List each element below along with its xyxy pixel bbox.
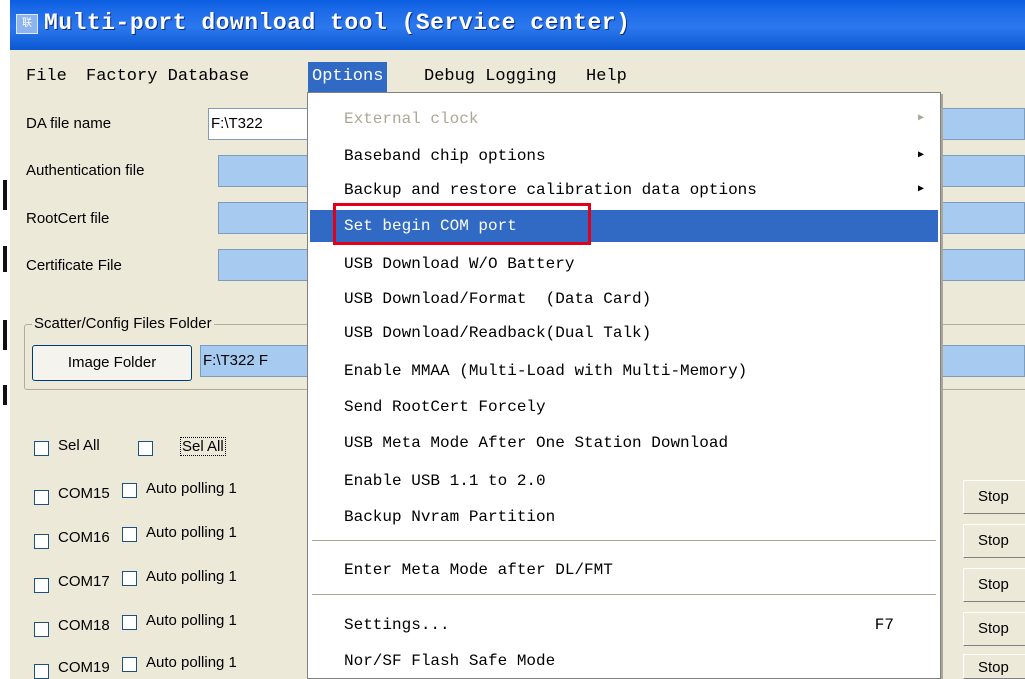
auto-polling-checkbox[interactable]	[122, 527, 137, 542]
port-checkbox[interactable]	[34, 664, 49, 679]
menu-item-settings[interactable]: Settings... F7	[310, 609, 938, 641]
menu-item-usb-meta-mode-label: USB Meta Mode After One Station Download	[344, 434, 729, 452]
scatter-config-group-title: Scatter/Config Files Folder	[32, 315, 214, 332]
da-file-field-right[interactable]	[940, 108, 1025, 140]
port-checkbox[interactable]	[34, 534, 49, 549]
auto-polling-label: Auto polling 1	[146, 654, 237, 671]
auth-file-label: Authentication file	[26, 162, 145, 179]
menu-item-settings-shortcut: F7	[874, 616, 894, 634]
port-checkbox[interactable]	[34, 622, 49, 637]
rootcert-field-right[interactable]	[940, 202, 1025, 234]
menu-help-label: Help	[586, 67, 627, 86]
menu-item-nor-sf-flash-safe-mode[interactable]: Nor/SF Flash Safe Mode	[310, 645, 938, 677]
certificate-field-right[interactable]	[940, 249, 1025, 281]
port-com-label: COM15	[58, 485, 110, 502]
menu-item-enable-usb-1-1-label: Enable USB 1.1 to 2.0	[344, 472, 546, 490]
stop-button[interactable]: Stop	[963, 654, 1025, 679]
menu-debug-logging[interactable]: Debug Logging	[420, 62, 561, 92]
menu-file[interactable]: File	[22, 62, 71, 92]
menu-item-enable-mmaa-label: Enable MMAA (Multi-Load with Multi-Memor…	[344, 362, 748, 380]
da-file-label: DA file name	[26, 115, 112, 132]
menu-help[interactable]: Help	[582, 62, 631, 92]
menu-item-enter-meta-mode-label: Enter Meta Mode after DL/FMT	[344, 561, 613, 579]
auto-polling-checkbox[interactable]	[122, 483, 137, 498]
auto-polling-checkbox[interactable]	[122, 657, 137, 672]
stop-button[interactable]: Stop	[963, 480, 1025, 514]
image-folder-button[interactable]: Image Folder	[32, 345, 192, 381]
sel-all-label-1: Sel All	[58, 437, 100, 454]
menu-file-label: File	[26, 67, 67, 86]
menu-item-usb-download-format-label: USB Download/Format (Data Card)	[344, 290, 652, 308]
port-com-label: COM17	[58, 573, 110, 590]
menu-item-backup-restore-calibration[interactable]: Backup and restore calibration data opti…	[310, 174, 938, 206]
auto-polling-label: Auto polling 1	[146, 612, 237, 629]
menu-item-baseband-chip-options-label: Baseband chip options	[344, 147, 546, 165]
menu-item-usb-download-readback-label: USB Download/Readback(Dual Talk)	[344, 324, 652, 342]
certificate-label: Certificate File	[26, 257, 122, 274]
background-left-strip	[0, 0, 10, 679]
app-icon: 联	[16, 14, 38, 34]
menu-item-enter-meta-mode[interactable]: Enter Meta Mode after DL/FMT	[310, 554, 938, 586]
stop-button[interactable]: Stop	[963, 568, 1025, 602]
menu-item-usb-download-wo-battery-label: USB Download W/O Battery	[344, 255, 575, 273]
menu-separator	[312, 594, 936, 596]
menu-item-usb-download-wo-battery[interactable]: USB Download W/O Battery	[310, 248, 938, 280]
sel-all-checkbox-1[interactable]	[34, 441, 49, 456]
menu-item-enable-mmaa[interactable]: Enable MMAA (Multi-Load with Multi-Memor…	[310, 355, 938, 387]
sel-all-label-2: Sel All	[180, 437, 226, 456]
port-checkbox[interactable]	[34, 490, 49, 505]
window-title: Multi-port download tool (Service center…	[44, 10, 631, 36]
menu-options[interactable]: Options	[308, 62, 388, 92]
annotation-highlight-box	[333, 203, 591, 245]
background-mark	[3, 246, 7, 272]
menu-item-external-clock[interactable]: External clock ▶	[310, 103, 938, 135]
menu-item-backup-restore-calibration-label: Backup and restore calibration data opti…	[344, 181, 757, 199]
menu-item-settings-label: Settings...	[344, 616, 450, 634]
background-mark	[3, 320, 7, 350]
auto-polling-checkbox[interactable]	[122, 571, 137, 586]
port-com-label: COM19	[58, 659, 110, 676]
menu-options-label: Options	[312, 67, 384, 86]
port-com-label: COM18	[58, 617, 110, 634]
image-folder-field-right[interactable]	[940, 345, 1025, 377]
background-mark	[3, 385, 7, 405]
menu-item-usb-download-readback[interactable]: USB Download/Readback(Dual Talk)	[310, 317, 938, 349]
menu-debug-logging-label: Debug Logging	[424, 67, 557, 86]
auto-polling-label: Auto polling 1	[146, 480, 237, 497]
rootcert-label: RootCert file	[26, 210, 110, 227]
auto-polling-label: Auto polling 1	[146, 524, 237, 541]
stop-button[interactable]: Stop	[963, 524, 1025, 558]
menu-separator	[312, 540, 936, 542]
background-mark	[3, 180, 7, 210]
auth-file-field-right[interactable]	[940, 155, 1025, 187]
menu-item-send-rootcert-forcely-label: Send RootCert Forcely	[344, 398, 546, 416]
menu-factory-database-label: Factory Database	[86, 67, 250, 86]
menu-factory-database[interactable]: Factory Database	[82, 62, 253, 92]
title-bar[interactable]: 联 Multi-port download tool (Service cent…	[10, 0, 1025, 50]
menu-bar: File Factory Database Options Debug Logg…	[10, 62, 1025, 92]
menu-item-backup-nvram[interactable]: Backup Nvram Partition	[310, 501, 938, 533]
menu-item-external-clock-label: External clock	[344, 110, 479, 128]
menu-item-send-rootcert-forcely[interactable]: Send RootCert Forcely	[310, 391, 938, 423]
submenu-arrow-icon: ▶	[917, 150, 924, 161]
menu-item-usb-download-format[interactable]: USB Download/Format (Data Card)	[310, 283, 938, 315]
auto-polling-label: Auto polling 1	[146, 568, 237, 585]
port-com-label: COM16	[58, 529, 110, 546]
submenu-arrow-icon: ▶	[917, 184, 924, 195]
auto-polling-checkbox[interactable]	[122, 615, 137, 630]
menu-item-usb-meta-mode[interactable]: USB Meta Mode After One Station Download	[310, 427, 938, 459]
options-dropdown-menu: External clock ▶ Baseband chip options ▶…	[307, 92, 941, 679]
submenu-arrow-icon: ▶	[917, 113, 924, 124]
menu-item-baseband-chip-options[interactable]: Baseband chip options ▶	[310, 140, 938, 172]
menu-item-backup-nvram-label: Backup Nvram Partition	[344, 508, 556, 526]
sel-all-checkbox-2[interactable]	[138, 441, 153, 456]
stop-button[interactable]: Stop	[963, 612, 1025, 646]
port-checkbox[interactable]	[34, 578, 49, 593]
menu-item-enable-usb-1-1[interactable]: Enable USB 1.1 to 2.0	[310, 465, 938, 497]
menu-item-nor-sf-flash-safe-mode-label: Nor/SF Flash Safe Mode	[344, 652, 556, 670]
